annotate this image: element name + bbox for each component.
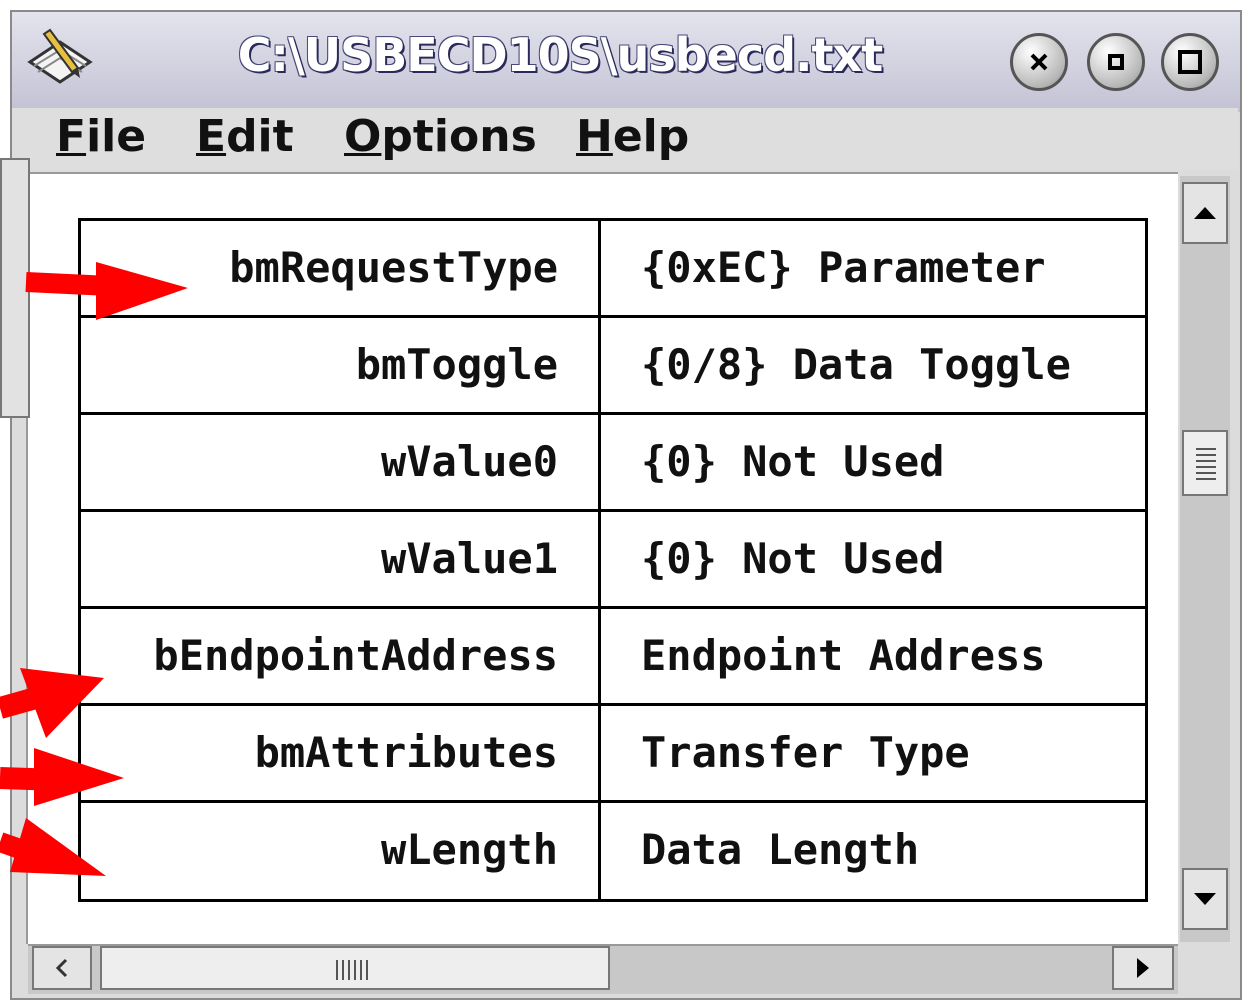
table-row: bmRequestType {0xEC} Parameter <box>81 221 1145 318</box>
menu-file-label: ile <box>86 111 147 162</box>
menu-options[interactable]: Options <box>344 108 537 166</box>
table-row: bmToggle {0/8} Data Toggle <box>81 318 1145 415</box>
field-name-cell: bmAttributes <box>81 706 601 800</box>
field-description-cell: Data Length <box>641 825 920 874</box>
field-description-cell: Transfer Type <box>641 728 970 777</box>
table-row: wValue1 {0} Not Used <box>81 512 1145 609</box>
table-row: bmAttributes Transfer Type <box>81 706 1145 803</box>
field-name-cell: bmRequestType <box>81 221 601 315</box>
maximize-icon <box>1178 50 1202 74</box>
table-row: bEndpointAddress Endpoint Address <box>81 609 1145 706</box>
scroll-up-arrow-icon <box>1194 207 1216 219</box>
vertical-scrollbar[interactable] <box>1180 176 1230 942</box>
scrollbar-corner <box>1180 944 1230 992</box>
background-window-edge <box>0 158 30 418</box>
menu-help[interactable]: Help <box>576 108 689 166</box>
maximize-button[interactable] <box>1161 33 1219 91</box>
table-row: wValue0 {0} Not Used <box>81 415 1145 512</box>
menu-options-label: ptions <box>381 111 537 162</box>
menu-help-label: elp <box>612 111 690 162</box>
menu-edit-label: dit <box>226 111 294 162</box>
scroll-right-arrow-icon <box>1137 958 1149 978</box>
menu-file-mnemonic: F <box>56 111 87 162</box>
menu-edit-mnemonic: E <box>196 111 227 162</box>
field-name-cell: wValue0 <box>81 415 601 509</box>
vertical-scroll-thumb[interactable] <box>1182 430 1228 496</box>
scroll-left-arrow-icon <box>55 958 68 978</box>
field-description-cell: Endpoint Address <box>641 631 1046 680</box>
field-description-cell: {0} Not Used <box>641 437 945 486</box>
menu-help-mnemonic: H <box>576 111 613 162</box>
menu-file[interactable]: File <box>56 108 146 166</box>
menu-options-mnemonic: O <box>344 111 382 162</box>
minimize-button[interactable] <box>1087 33 1145 91</box>
scroll-down-button[interactable] <box>1182 868 1228 930</box>
field-name-cell: bEndpointAddress <box>81 609 601 703</box>
table-row: wLength Data Length <box>81 803 1145 900</box>
field-name-cell: wLength <box>81 803 601 900</box>
field-name-cell: wValue1 <box>81 512 601 606</box>
menu-edit[interactable]: Edit <box>196 108 294 166</box>
window-title: C:\USBECD10S\usbecd.txt <box>237 28 883 82</box>
field-description-cell: {0xEC} Parameter <box>641 243 1046 292</box>
close-icon <box>1030 53 1048 71</box>
scroll-up-button[interactable] <box>1182 182 1228 244</box>
minimize-icon <box>1108 54 1124 70</box>
notepad-pen-icon[interactable] <box>20 22 100 102</box>
field-description-cell: {0} Not Used <box>641 534 945 583</box>
scroll-right-button[interactable] <box>1112 946 1174 990</box>
horizontal-scroll-thumb[interactable] <box>100 946 610 990</box>
scroll-left-button[interactable] <box>32 946 92 990</box>
scroll-down-arrow-icon <box>1194 893 1216 905</box>
field-table: bmRequestType {0xEC} Parameter bmToggle … <box>78 218 1148 902</box>
field-description-cell: {0/8} Data Toggle <box>641 340 1071 389</box>
field-name-cell: bmToggle <box>81 318 601 412</box>
close-button[interactable] <box>1010 33 1068 91</box>
